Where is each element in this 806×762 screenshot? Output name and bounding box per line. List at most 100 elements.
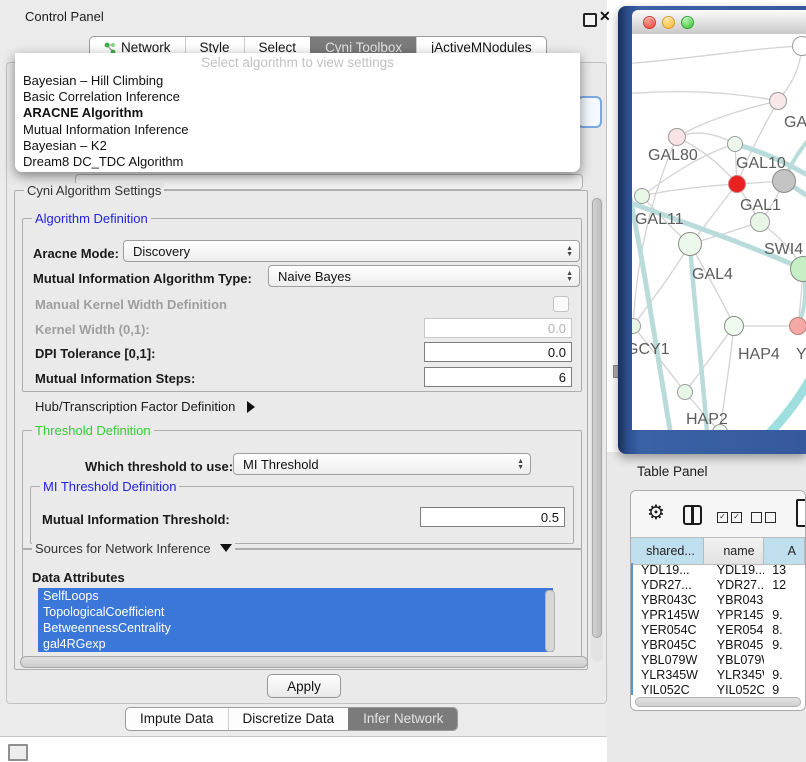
- network-node[interactable]: [728, 175, 746, 193]
- network-node[interactable]: [792, 36, 806, 56]
- network-node[interactable]: [727, 136, 743, 152]
- zoom-window-icon[interactable]: [681, 16, 694, 29]
- tab-impute-data[interactable]: Impute Data: [126, 708, 228, 730]
- table-cell: YIL052C: [705, 683, 764, 695]
- node-label: GAL11: [635, 211, 684, 229]
- mi-type-select[interactable]: Naive Bayes ▲▼: [268, 265, 580, 287]
- table-header-row: shared...nameA: [631, 537, 805, 565]
- table-cell: YBR045C: [633, 638, 705, 653]
- table-panel: ⚙ ✓✓ shared...nameA YDL19...YDL19...13YD…: [630, 490, 806, 711]
- apply-button[interactable]: Apply: [267, 674, 341, 698]
- which-threshold-select[interactable]: MI Threshold ▲▼: [233, 453, 531, 475]
- algorithm-item[interactable]: Dream8 DC_TDC Algorithm: [15, 154, 580, 170]
- algorithm-prompt: Select algorithm to view settings: [15, 53, 580, 73]
- network-node[interactable]: [769, 92, 787, 110]
- table-cell: YBR043C: [705, 593, 764, 608]
- sources-title[interactable]: Sources for Network Inference: [32, 541, 235, 556]
- table-row[interactable]: YDR27...YDR27...12: [633, 578, 805, 593]
- minimize-window-icon[interactable]: [662, 16, 675, 29]
- table-cell: YPR145W: [633, 608, 705, 623]
- algorithm-item[interactable]: Bayesian – K2: [15, 138, 580, 154]
- table-row[interactable]: YIL052CYIL052C9: [633, 683, 805, 695]
- table-cell: [764, 653, 805, 668]
- settings-vertical-scrollbar[interactable]: [591, 196, 603, 662]
- table-cell: 12: [764, 578, 805, 593]
- table-row[interactable]: YER054CYER054C8.: [633, 623, 805, 638]
- node-label: HAP2: [686, 411, 728, 429]
- network-node[interactable]: [634, 188, 650, 204]
- column-header-shared[interactable]: shared...: [631, 538, 704, 564]
- deselect-all-icon[interactable]: [751, 512, 776, 523]
- table-cell: 9.: [764, 608, 805, 623]
- attribute-item[interactable]: gal4RGexp: [38, 636, 553, 652]
- mi-threshold-field[interactable]: 0.5: [420, 507, 565, 527]
- network-window-titlebar[interactable]: [632, 10, 806, 34]
- algorithm-item[interactable]: Bayesian – Hill Climbing: [15, 73, 580, 89]
- network-node[interactable]: [677, 384, 693, 400]
- table-row[interactable]: YLR345WYLR345W9.: [633, 668, 805, 683]
- table-cell: YDL19...: [633, 563, 705, 578]
- dpi-tolerance-field[interactable]: 0.0: [424, 342, 572, 362]
- attribute-item[interactable]: SelfLoops: [38, 588, 553, 604]
- mi-type-label: Mutual Information Algorithm Type:: [33, 271, 252, 286]
- table-body: YDL19...YDL19...13YDR27...YDR27...12YBR0…: [631, 563, 805, 695]
- column-header-name[interactable]: name: [704, 538, 764, 564]
- threshold-definition-title: Threshold Definition: [32, 423, 154, 438]
- network-canvas[interactable]: GALGAL80GAL10GAL11GAL1SWI4GAL4GCY1HAP4YH…: [632, 34, 806, 430]
- table-toolbar: ⚙ ✓✓: [631, 491, 805, 537]
- table-row[interactable]: YDL19...YDL19...13: [633, 563, 805, 578]
- network-node[interactable]: [724, 316, 744, 336]
- table-cell: YER054C: [633, 623, 705, 638]
- table-row[interactable]: YBL079WYBL079W: [633, 653, 805, 668]
- attributes-scrollbar[interactable]: [545, 590, 555, 652]
- node-label: GAL4: [692, 266, 733, 284]
- network-node[interactable]: [750, 212, 770, 232]
- attribute-item[interactable]: TopologicalCoefficient: [38, 604, 553, 620]
- data-attributes-list: SelfLoopsTopologicalCoefficientBetweenne…: [38, 588, 553, 652]
- mi-steps-field[interactable]: 6: [424, 367, 572, 387]
- network-node[interactable]: [668, 128, 686, 146]
- new-table-icon[interactable]: [796, 499, 806, 527]
- tab-discretize-data[interactable]: Discretize Data: [228, 708, 349, 730]
- algorithm-item[interactable]: ARACNE Algorithm: [15, 105, 580, 121]
- close-window-icon[interactable]: [643, 16, 656, 29]
- gear-icon[interactable]: ⚙: [647, 500, 665, 525]
- table-cell: YBL079W: [633, 653, 705, 668]
- node-label: Y: [796, 346, 806, 364]
- table-horizontal-scrollbar[interactable]: [635, 697, 801, 707]
- table-cell: YDR27...: [633, 578, 705, 593]
- collapsed-panel-icon[interactable]: [8, 744, 28, 761]
- node-label: GCY1: [632, 341, 670, 359]
- node-label: GAL: [784, 114, 806, 132]
- table-cell: 13: [764, 563, 805, 578]
- table-row[interactable]: YBR043CYBR043C: [633, 593, 805, 608]
- show-columns-icon[interactable]: [683, 505, 702, 525]
- kernel-width-field[interactable]: 0.0: [424, 318, 572, 338]
- tab-infer-network[interactable]: Infer Network: [348, 708, 457, 730]
- table-row[interactable]: YPR145WYPR145W9.: [633, 608, 805, 623]
- table-cell: YBR043C: [633, 593, 705, 608]
- spinner-arrows-icon: ▲▼: [566, 271, 573, 282]
- float-panel-icon[interactable]: [583, 13, 597, 27]
- network-node[interactable]: [678, 232, 702, 256]
- algorithm-item[interactable]: Basic Correlation Inference: [15, 89, 580, 105]
- aracne-mode-label: Aracne Mode:: [33, 246, 119, 261]
- column-header-a[interactable]: A: [764, 538, 805, 564]
- select-all-icon[interactable]: ✓✓: [717, 512, 742, 523]
- table-row[interactable]: YBR045CYBR045C9.: [633, 638, 805, 653]
- aracne-mode-select[interactable]: Discovery ▲▼: [123, 240, 580, 262]
- algorithm-item[interactable]: Mutual Information Inference: [15, 122, 580, 138]
- hub-definition-toggle[interactable]: Hub/Transcription Factor Definition: [35, 399, 255, 414]
- table-cell: YBR045C: [705, 638, 764, 653]
- manual-kernel-checkbox[interactable]: [553, 296, 569, 312]
- network-node[interactable]: [789, 317, 806, 335]
- table-cell: YDL19...: [705, 563, 764, 578]
- settings-horizontal-scrollbar[interactable]: [20, 656, 588, 668]
- close-panel-icon[interactable]: ✕: [599, 8, 611, 25]
- scrollbar-thumb[interactable]: [592, 198, 602, 638]
- table-cell: [764, 593, 805, 608]
- tab-label: Infer Network: [363, 708, 443, 730]
- control-panel-titlebar: Control Panel ✕: [0, 4, 607, 30]
- attribute-item[interactable]: BetweennessCentrality: [38, 620, 553, 636]
- table-cell: 9: [764, 683, 805, 695]
